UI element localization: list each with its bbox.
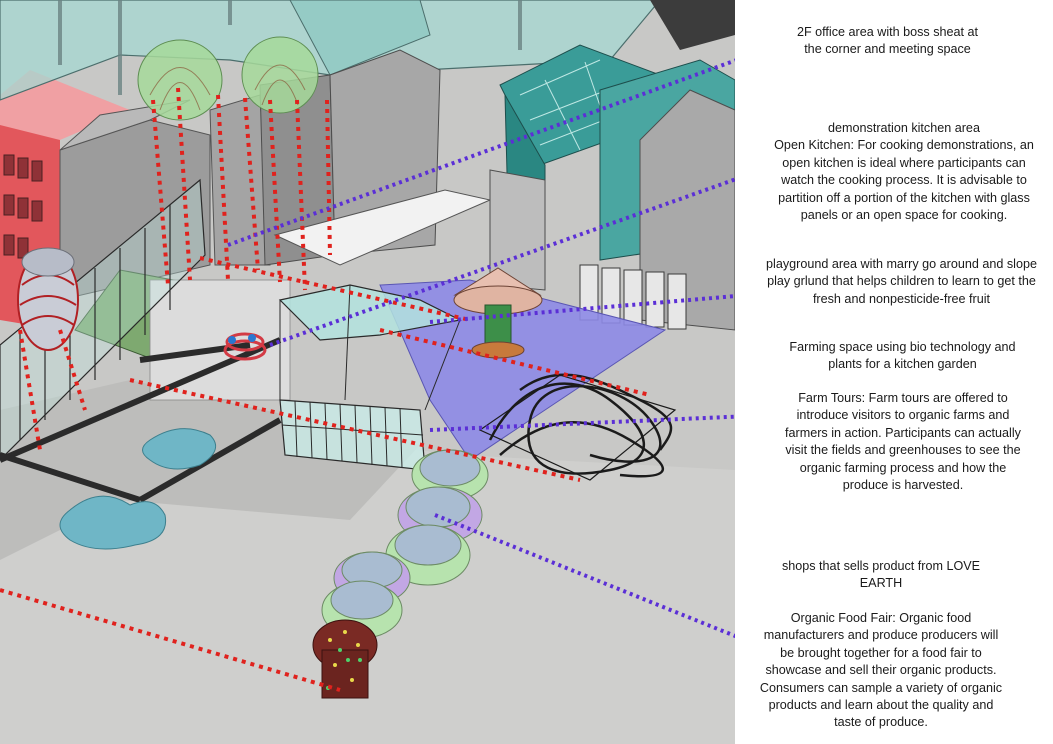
annotation-line: open kitchen is ideal where participants… <box>782 155 1026 170</box>
annotation-line: Farming space using bio technology and <box>789 340 1016 354</box>
annotation-line: introduce visitors to organic farms and <box>796 408 1010 423</box>
interior-floor <box>149 279 291 401</box>
green-dome-right <box>241 36 319 114</box>
annotation-line: plants for a kitchen garden <box>828 357 977 372</box>
annotation-line: the corner and meeting space <box>804 42 971 57</box>
annotation-line: Open Kitchen: For cooking demonstrations… <box>774 138 1034 153</box>
annotation-line: visit the fields and greenhouses to see … <box>785 443 1021 458</box>
annotation-line: products and learn about the quality and <box>768 698 994 713</box>
annotation-line: Farm Tours: Farm tours are offered to <box>798 391 1008 405</box>
annotation-line: watch the cooking process. It is advisab… <box>781 173 1027 188</box>
annotation-line: Organic Food Fair: Organic food <box>790 611 972 625</box>
annotation-line: farmers in action. Participants can actu… <box>785 425 1021 440</box>
annotation-line: shops that sells product from LOVE <box>781 559 981 573</box>
annotation-line: produce is harvested. <box>842 478 964 493</box>
annotation-line: demonstration kitchen area <box>828 121 980 135</box>
office-annotation: 2F office area with boss sheat at the co… <box>760 24 1015 59</box>
annotation-line: partition off a portion of the kitchen w… <box>778 190 1030 205</box>
farming-annotation: Farming space using bio technology and p… <box>770 339 1035 374</box>
shops-annotation: shops that sells product from LOVE EARTH <box>762 558 1000 593</box>
spiral-play-structure <box>17 247 79 351</box>
annotation-line: Consumers can sample a variety of organi… <box>759 680 1003 695</box>
food-fair-annotation: Organic Food Fair: Organic food manufact… <box>746 610 1016 732</box>
annotation-line: fresh and nonpesticide-free fruit <box>812 291 991 306</box>
annotation-line: play grlund that helps children to learn… <box>767 274 1036 289</box>
annotation-line: EARTH <box>859 576 903 591</box>
playground-annotation: playground area with marry go around and… <box>752 256 1051 308</box>
annotation-line: taste of produce. <box>834 715 928 730</box>
annotation-line: be brought together for a food fair to <box>780 645 982 660</box>
annotation-line: playground area with marry go around and… <box>766 257 1037 271</box>
annotation-line: manufacturers and produce producers will <box>763 628 999 643</box>
annotation-line: organic farming process and how the <box>799 460 1007 475</box>
annotation-line: panels or an open space for cooking. <box>800 208 1008 223</box>
farm-tours-annotation: Farm Tours: Farm tours are offered to in… <box>764 390 1042 494</box>
annotation-line: showcase and sell their organic products… <box>765 663 997 678</box>
kitchen-annotation: demonstration kitchen area Open Kitchen:… <box>758 120 1050 224</box>
annotation-line: 2F office area with boss sheat at <box>796 25 979 39</box>
